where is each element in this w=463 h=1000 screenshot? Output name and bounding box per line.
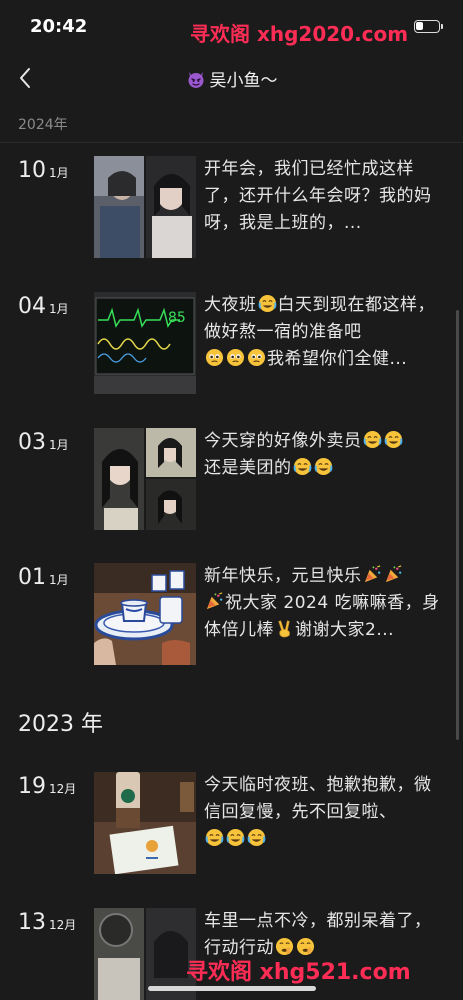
entry-date: 03 1月: [18, 430, 69, 455]
devil-face-icon: [188, 71, 203, 88]
status-bar: 20:42 寻欢阁 xhg2020.com: [0, 0, 463, 56]
timeline-entry[interactable]: 04 1月 85 大夜班 白天到现在都这样，做好熬一宿的准备吧 我希望你们全健...: [0, 292, 463, 402]
crying-laughing-icon: [226, 828, 245, 847]
post-text-part: 新年快乐，元旦快乐: [204, 566, 362, 586]
post-photo-grid[interactable]: [94, 156, 196, 258]
crying-laughing-icon: [205, 828, 224, 847]
scrollbar[interactable]: [456, 310, 459, 740]
pleading-face-icon: [205, 348, 224, 367]
entry-date: 01 1月: [18, 565, 69, 590]
battery-icon: [414, 20, 443, 33]
entry-date: 10 1月: [18, 158, 69, 183]
entry-day: 01: [18, 565, 46, 590]
pleading-face-icon: [247, 348, 266, 367]
pleading-face-icon: [226, 348, 245, 367]
post-text-part: 还是美团的: [204, 458, 292, 478]
nav-title-text: 吴小鱼～: [209, 71, 278, 91]
timeline-entry[interactable]: 03 1月 今天穿的好像外卖员 还是美团的: [0, 428, 463, 538]
crying-laughing-icon: [363, 430, 381, 449]
entry-month: 1月: [49, 573, 69, 587]
entry-day: 03: [18, 430, 46, 455]
timeline-entry[interactable]: 01 1月 新年快乐，元旦快乐 祝大家 2024 吃嘛嘛香，身体倍儿棒 谢谢大家2..…: [0, 563, 463, 673]
timeline-entry[interactable]: 19 12月 今天临时夜班、抱歉抱歉，微信回复慢，先不回复啦、: [0, 772, 463, 882]
entry-day: 19: [18, 774, 46, 799]
page-title: 吴小鱼～: [0, 66, 463, 94]
post-text: 开年会，我们已经忙成这样了，还开什么年会呀？我的妈呀，我是上班的，...: [204, 159, 432, 233]
status-time: 20:42: [30, 16, 88, 37]
post-text-part: 今天穿的好像外卖员: [204, 431, 362, 451]
entry-month: 1月: [49, 166, 69, 180]
post-text: 大夜班 白天到现在都这样，做好熬一宿的准备吧 我希望你们全健...: [204, 292, 444, 373]
crying-laughing-icon: [314, 457, 332, 476]
entry-month: 12月: [49, 782, 77, 796]
party-popper-icon: [206, 592, 223, 610]
year-header: 2023 年: [18, 712, 103, 737]
timeline-entry[interactable]: 10 1月 开年会，我们已经忙成这样了，还开什么年会呀？我的妈呀，我是上班的，..…: [0, 156, 463, 266]
post-text: 今天临时夜班、抱歉抱歉，微信回复慢，先不回复啦、: [204, 772, 444, 853]
post-photo[interactable]: [94, 772, 196, 874]
post-text-part: 我希望你们全健...: [267, 349, 408, 369]
crying-laughing-icon: [258, 294, 276, 313]
post-text: 新年快乐，元旦快乐 祝大家 2024 吃嘛嘛香，身体倍儿棒 谢谢大家2...: [204, 563, 444, 644]
monitor-value: 85: [168, 310, 186, 326]
entry-date: 13 12月: [18, 910, 76, 935]
divider: [0, 142, 463, 143]
post-photo-grid[interactable]: [94, 428, 196, 530]
post-photo[interactable]: 85: [94, 292, 196, 394]
post-text-part: 大夜班: [204, 295, 257, 315]
party-popper-icon: [364, 565, 380, 583]
post-text-part: 车里一点不冷，都别呆着了，行动行动: [204, 911, 432, 958]
sticky-year-label: 2024年: [18, 117, 68, 133]
entry-month: 1月: [49, 438, 69, 452]
entry-day: 10: [18, 158, 46, 183]
crying-laughing-icon: [247, 828, 266, 847]
crying-laughing-icon: [384, 430, 402, 449]
entry-day: 04: [18, 294, 46, 319]
party-popper-icon: [385, 565, 401, 583]
entry-month: 1月: [49, 302, 69, 316]
post-text-part: 谢谢大家2...: [295, 620, 395, 640]
entry-month: 12月: [49, 918, 77, 932]
post-text: 今天穿的好像外卖员 还是美团的: [204, 428, 444, 482]
victory-hand-icon: [278, 620, 290, 638]
post-photo[interactable]: [94, 563, 196, 665]
bottom-watermark: 寻欢阁 xhg521.com: [186, 960, 411, 985]
crying-laughing-icon: [293, 457, 311, 476]
post-text-part: 今天临时夜班、抱歉抱歉，微信回复慢，先不回复啦、: [204, 775, 432, 822]
top-watermark: 寻欢阁 xhg2020.com: [190, 22, 409, 46]
entry-date: 04 1月: [18, 294, 69, 319]
home-indicator[interactable]: [148, 986, 316, 991]
nav-bar: 吴小鱼～: [0, 56, 463, 102]
entry-day: 13: [18, 910, 46, 935]
entry-date: 19 12月: [18, 774, 76, 799]
